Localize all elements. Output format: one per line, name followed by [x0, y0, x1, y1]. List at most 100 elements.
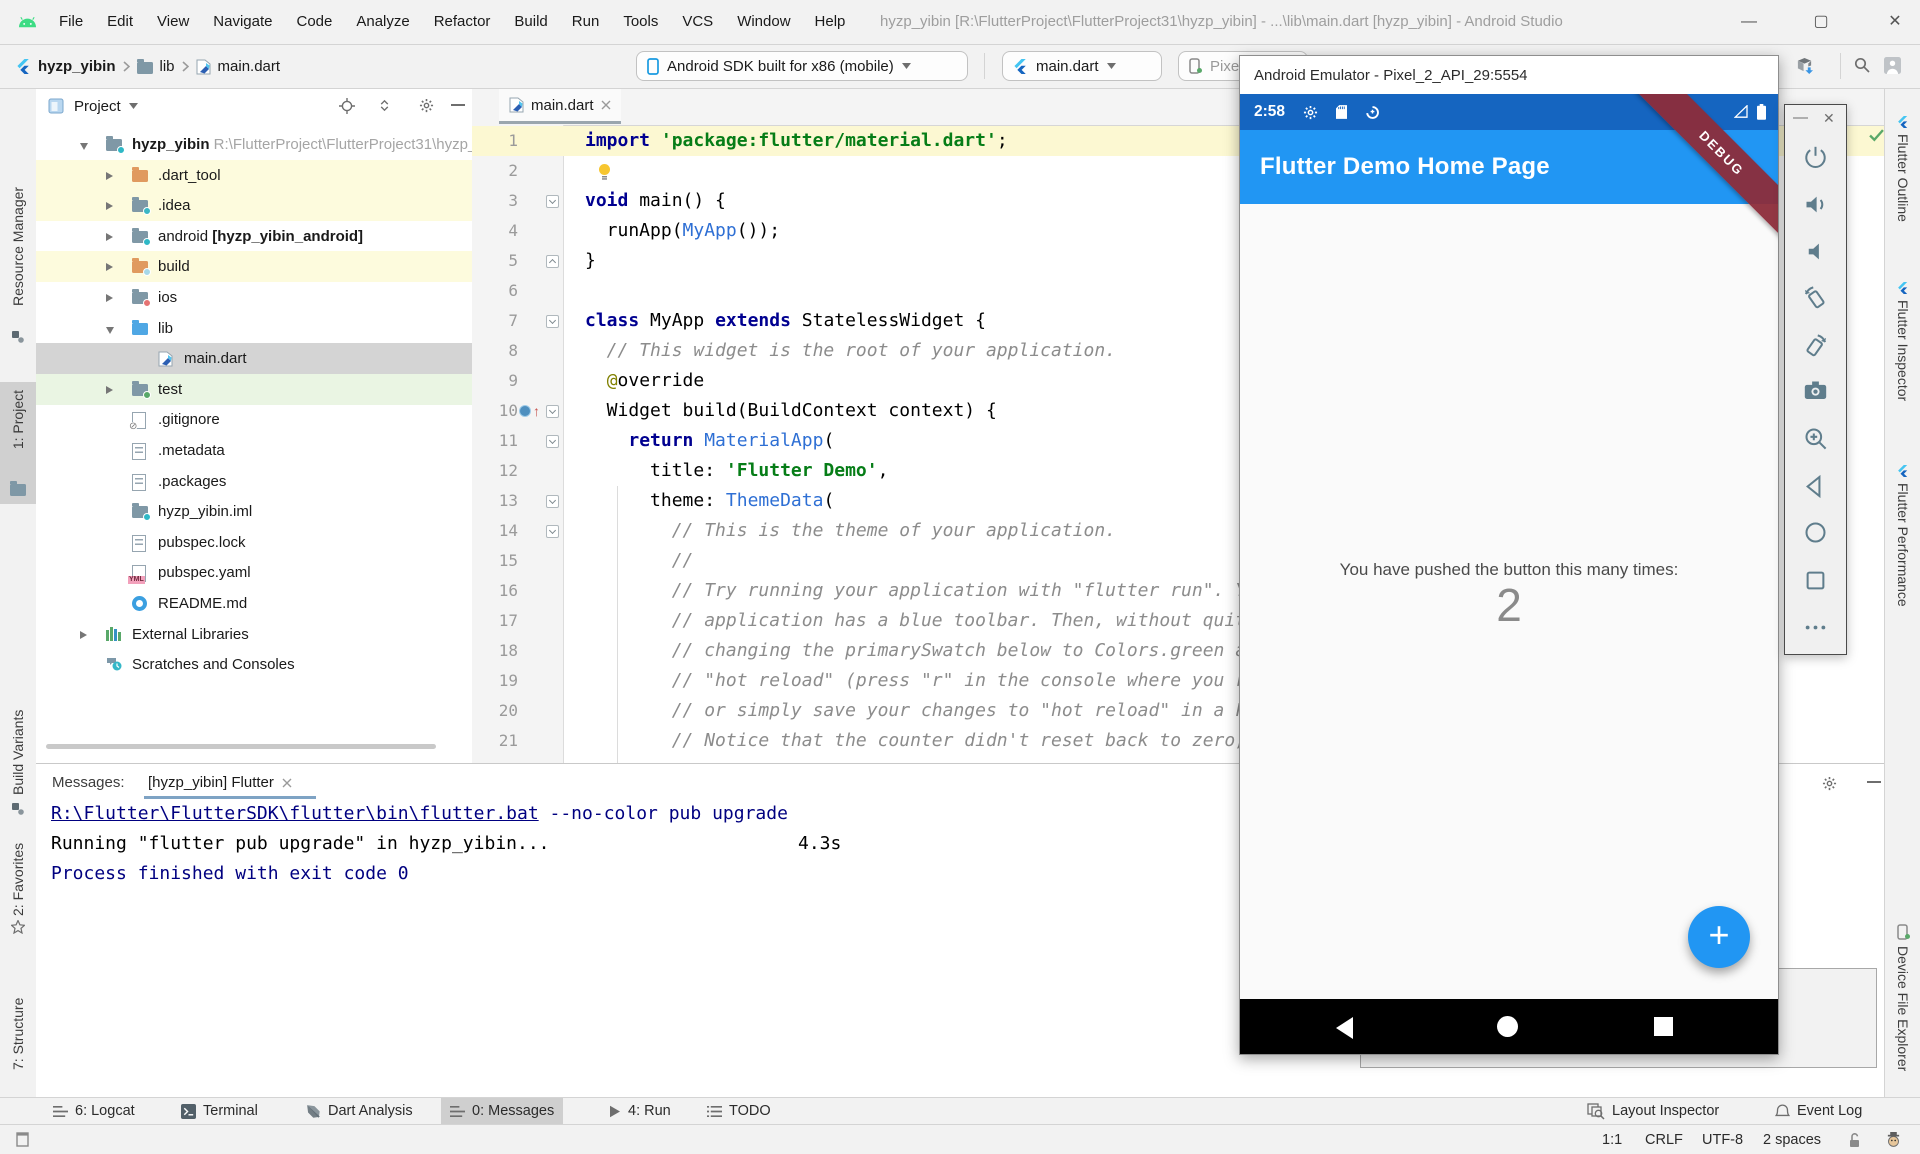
tree-expand-arrow-icon[interactable]: [106, 172, 113, 180]
status-line-separator[interactable]: CRLF: [1645, 1125, 1683, 1154]
horizontal-scrollbar[interactable]: [46, 744, 436, 749]
emulator-close-button[interactable]: ✕: [1823, 105, 1835, 131]
tree-item-packages[interactable]: .packages: [36, 466, 472, 497]
tool-stripe-build-variants[interactable]: Build Variants: [0, 635, 36, 795]
emulator-rotate-left-button[interactable]: [1802, 284, 1829, 311]
nav-home-button[interactable]: [1497, 1016, 1518, 1037]
menu-code[interactable]: Code: [284, 0, 344, 44]
code-line-5[interactable]: }: [585, 246, 596, 276]
menu-edit[interactable]: Edit: [95, 0, 145, 44]
tool-window-button-terminal[interactable]: Terminal: [172, 1098, 267, 1124]
menu-analyze[interactable]: Analyze: [344, 0, 421, 44]
emulator-more-button[interactable]: [1802, 614, 1829, 641]
tool-stripe-device-file-explorer[interactable]: Device File Explorer: [1885, 924, 1920, 1071]
nav-back-button[interactable]: [1336, 1017, 1353, 1039]
tool-stripe-1-project[interactable]: 1: Project: [0, 382, 36, 504]
settings-gear-icon[interactable]: [419, 98, 434, 113]
favorites-star-icon[interactable]: [11, 920, 25, 934]
override-marker-icon[interactable]: [519, 405, 531, 417]
emulator-minimize-button[interactable]: —: [1793, 105, 1808, 131]
device-selector[interactable]: Android SDK built for x86 (mobile): [636, 51, 968, 81]
hide-panel-icon[interactable]: [451, 103, 465, 107]
menu-help[interactable]: Help: [803, 0, 858, 44]
emulator-rotate-right-button[interactable]: [1802, 332, 1829, 359]
menu-vcs[interactable]: VCS: [670, 0, 725, 44]
nav-overview-button[interactable]: [1654, 1017, 1673, 1036]
collapse-all-icon[interactable]: [377, 98, 392, 113]
code-line-10[interactable]: Widget build(BuildContext context) {: [585, 396, 997, 426]
code-line-8[interactable]: // This widget is the root of your appli…: [585, 336, 1116, 366]
code-line-2[interactable]: [585, 156, 612, 186]
fold-marker-icon[interactable]: [546, 435, 559, 448]
fold-marker-icon[interactable]: [546, 525, 559, 538]
lock-open-icon[interactable]: [1848, 1132, 1861, 1148]
fold-marker-icon[interactable]: [546, 315, 559, 328]
tree-item-gitignore[interactable]: .gitignore: [36, 404, 472, 435]
tree-item-main-dart[interactable]: main.dart: [36, 343, 472, 374]
tree-item-dart-tool[interactable]: .dart_tool: [36, 160, 472, 191]
run-configuration-selector[interactable]: main.dart: [1002, 51, 1162, 81]
tool-window-button-event-log[interactable]: Event Log: [1766, 1098, 1871, 1124]
tree-item-test[interactable]: test: [36, 374, 472, 405]
build-variants-icon[interactable]: [12, 803, 24, 815]
tree-item-build[interactable]: build: [36, 251, 472, 282]
menu-refactor[interactable]: Refactor: [422, 0, 503, 44]
emulator-camera-button[interactable]: [1802, 377, 1829, 404]
breadcrumb-hyzp-yibin[interactable]: hyzp_yibin: [38, 58, 116, 75]
tree-item-hyzp-yibin-iml[interactable]: hyzp_yibin.iml: [36, 496, 472, 527]
tool-window-button-0-messages[interactable]: 0: Messages: [441, 1098, 563, 1124]
emulator-volume-up-button[interactable]: [1802, 191, 1829, 218]
tree-collapse-arrow-icon[interactable]: [106, 327, 114, 334]
menu-navigate[interactable]: Navigate: [201, 0, 284, 44]
profile-avatar-icon[interactable]: [1884, 57, 1901, 74]
emulator-overview-button[interactable]: [1802, 567, 1829, 594]
fold-marker-icon[interactable]: [546, 405, 559, 418]
tree-item-ios[interactable]: ios: [36, 282, 472, 313]
project-panel-title[interactable]: Project: [74, 98, 121, 115]
status-file-encoding[interactable]: UTF-8: [1702, 1125, 1743, 1154]
tool-stripe-7-structure[interactable]: 7: Structure: [0, 965, 36, 1070]
hide-panel-icon[interactable]: [1867, 780, 1881, 784]
tool-stripe-flutter-outline[interactable]: Flutter Outline: [1885, 116, 1920, 222]
tree-expand-arrow-icon[interactable]: [106, 263, 113, 271]
breadcrumb-main-dart[interactable]: main.dart: [218, 58, 281, 75]
tree-expand-arrow-icon[interactable]: [106, 294, 113, 302]
intention-bulb-icon[interactable]: [597, 163, 612, 180]
tree-item-pubspec-lock[interactable]: pubspec.lock: [36, 527, 472, 558]
sdk-manager-icon[interactable]: [1796, 57, 1813, 74]
emulator-volume-down-button[interactable]: [1802, 238, 1829, 265]
emulator-power-button[interactable]: [1802, 144, 1829, 171]
increment-fab-button[interactable]: [1688, 906, 1750, 968]
menu-window[interactable]: Window: [725, 0, 802, 44]
close-tab-icon[interactable]: [601, 100, 611, 110]
tool-window-button-dart-analysis[interactable]: Dart Analysis: [297, 1098, 422, 1124]
chevron-down-icon[interactable]: [129, 103, 138, 109]
tab-main-dart[interactable]: main.dart: [499, 89, 621, 124]
fold-end-marker-icon[interactable]: [546, 255, 559, 268]
tree-item-idea[interactable]: .idea: [36, 190, 472, 221]
code-line-13[interactable]: theme: ThemeData(: [585, 486, 834, 516]
inspections-ok-icon[interactable]: [1869, 129, 1884, 142]
code-line-9[interactable]: @override: [585, 366, 704, 396]
window-minimize-button[interactable]: —: [1732, 0, 1766, 44]
tree-item-metadata[interactable]: .metadata: [36, 435, 472, 466]
code-line-15[interactable]: //: [585, 546, 693, 576]
emulator-back-button[interactable]: [1802, 473, 1829, 500]
tool-window-button-todo[interactable]: TODO: [698, 1098, 780, 1124]
menu-tools[interactable]: Tools: [611, 0, 670, 44]
window-close-button[interactable]: ✕: [1878, 0, 1912, 44]
tool-window-button-layout-inspector[interactable]: Layout Inspector: [1578, 1098, 1728, 1124]
tree-item-pubspec-yaml[interactable]: YMLpubspec.yaml: [36, 557, 472, 588]
menu-run[interactable]: Run: [560, 0, 612, 44]
tool-stripe-resource-manager[interactable]: Resource Manager: [0, 101, 36, 306]
tree-item-scratches-and-consoles[interactable]: Scratches and Consoles: [36, 649, 472, 680]
code-line-4[interactable]: runApp(MyApp());: [585, 216, 780, 246]
tree-item-hyzp-yibin[interactable]: hyzp_yibin R:\FlutterProject\FlutterProj…: [36, 129, 472, 160]
tree-collapse-arrow-icon[interactable]: [80, 143, 88, 150]
menu-file[interactable]: File: [47, 0, 95, 44]
emulator-zoom-in-button[interactable]: [1802, 425, 1829, 452]
tree-item-external-libraries[interactable]: External Libraries: [36, 619, 472, 650]
code-line-7[interactable]: class MyApp extends StatelessWidget {: [585, 306, 986, 336]
tool-window-button-4-run[interactable]: 4: Run: [600, 1098, 680, 1124]
emulator-home-button[interactable]: [1802, 519, 1829, 546]
